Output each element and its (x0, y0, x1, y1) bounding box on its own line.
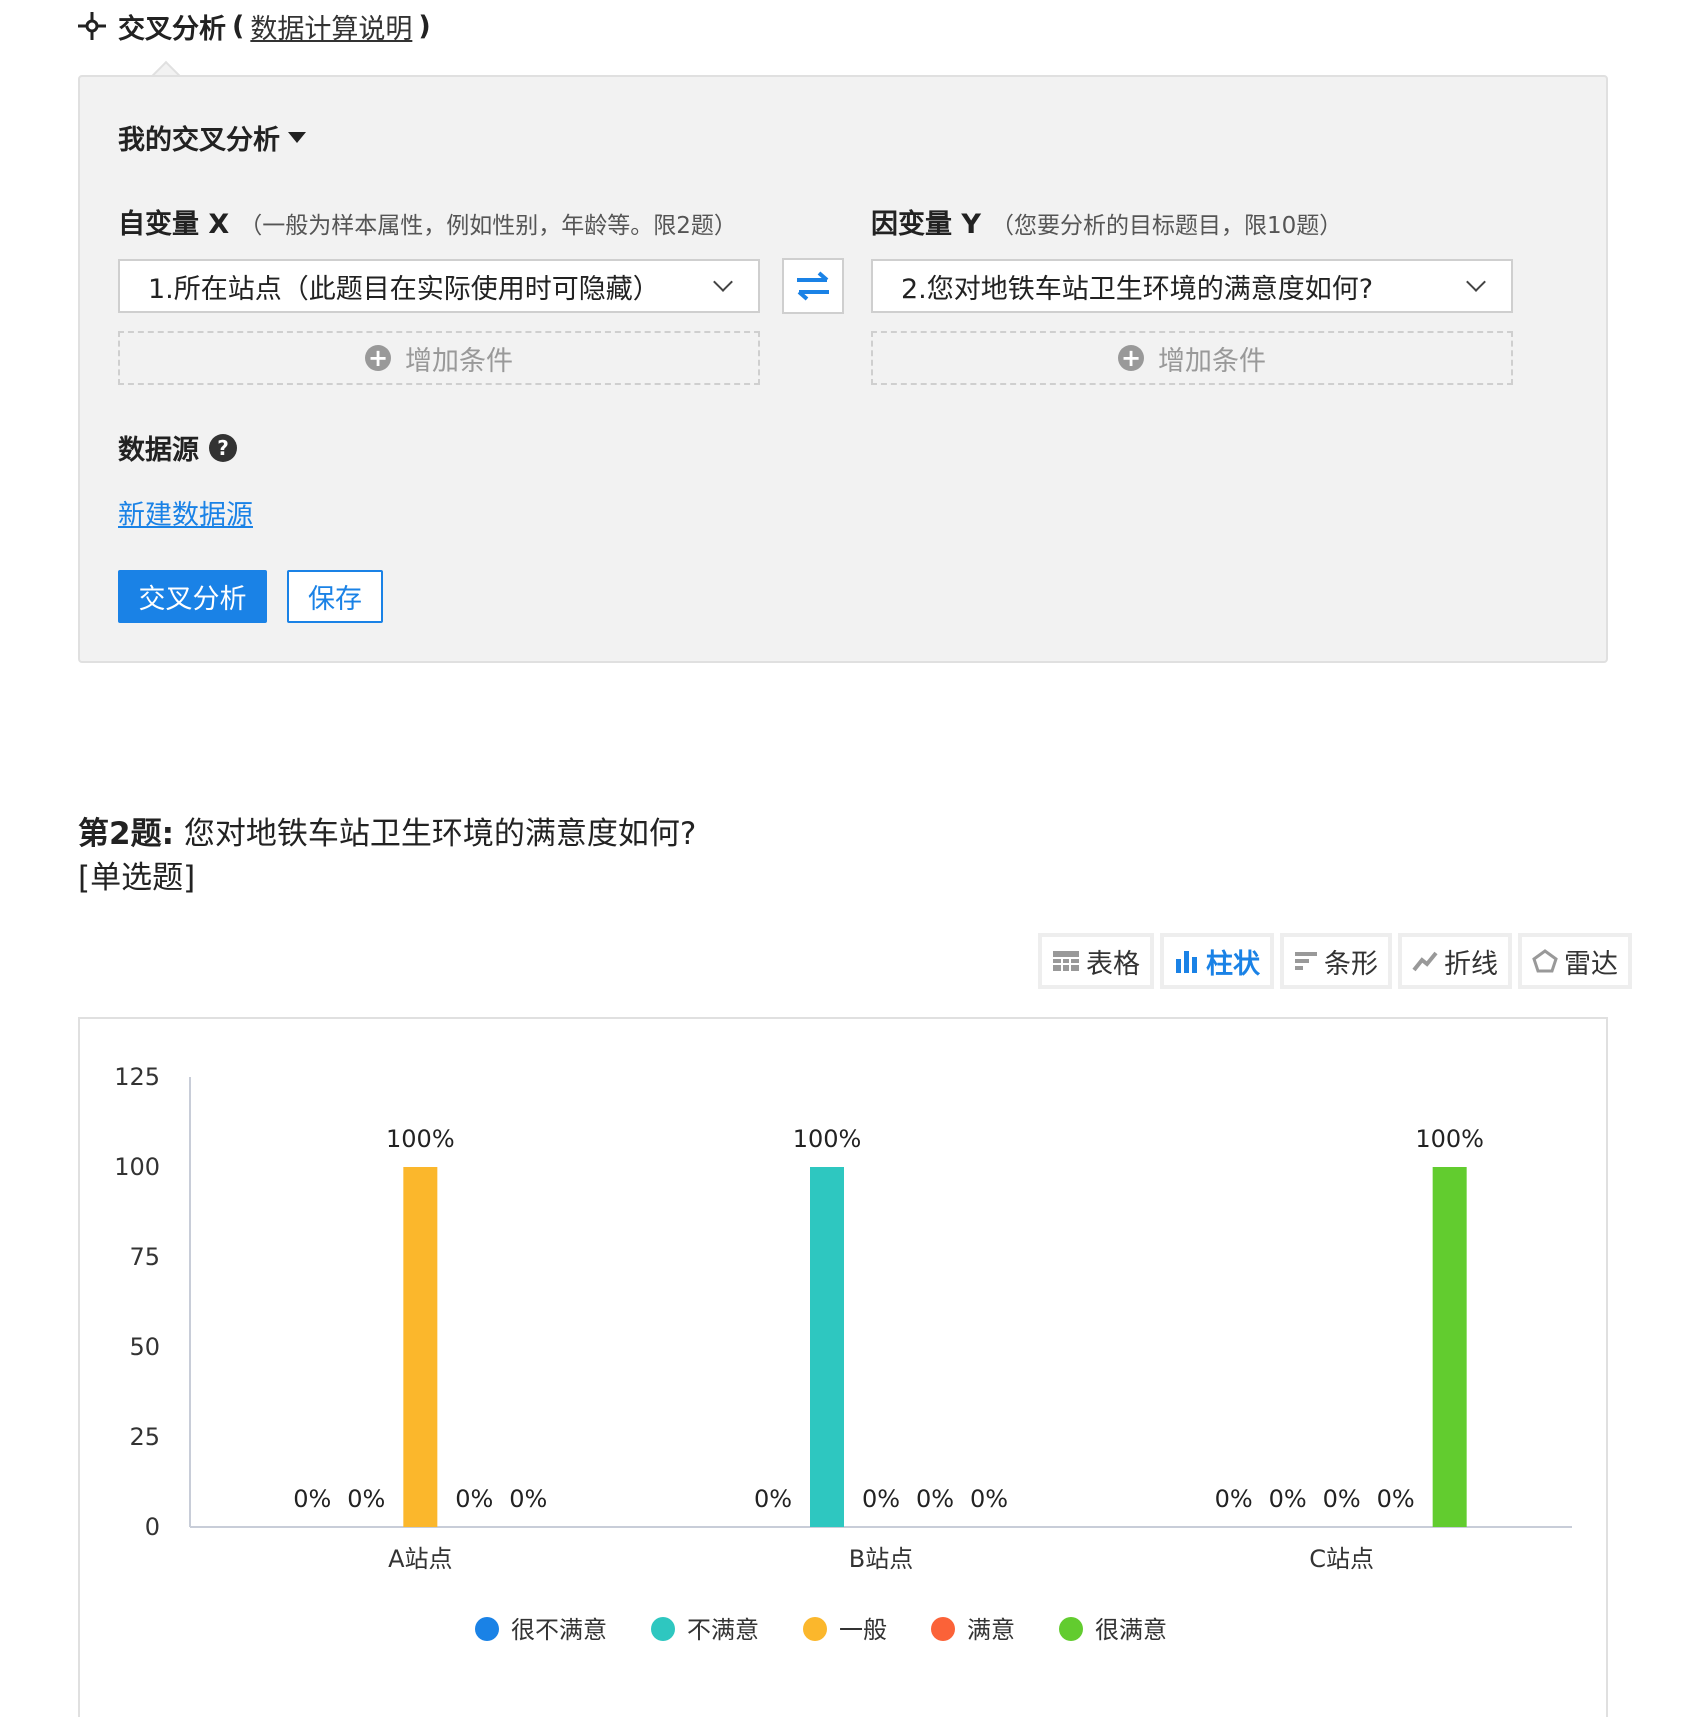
help-icon[interactable]: ? (209, 433, 237, 462)
x-variable-title: 自变量 X (118, 209, 230, 240)
x-variable-value: 1.所在站点（此题目在实际使用时可隐藏） (148, 273, 660, 305)
radar-icon (1532, 949, 1558, 973)
y-tick-label: 50 (129, 1333, 160, 1361)
legend-marker (475, 1617, 499, 1641)
x-add-condition-button[interactable]: + 增加条件 (118, 331, 760, 385)
x-variable-hint: （一般为样本属性，例如性别，年龄等。限2题） (239, 213, 737, 239)
data-label: 0% (754, 1485, 792, 1513)
bar-chart-icon (1174, 949, 1200, 973)
section-title: 交叉分析 (118, 13, 226, 45)
y-variable-label: 因变量 Y （您要分析的目标题目，限10题） (871, 202, 1342, 241)
y-add-condition-label: 增加条件 (1158, 345, 1266, 377)
horizontal-bar-icon (1294, 950, 1318, 972)
my-cross-analysis-dropdown[interactable]: 我的交叉分析 (118, 118, 306, 157)
caret-down-icon (288, 132, 306, 143)
bar (403, 1167, 438, 1527)
plus-circle-icon: + (365, 345, 391, 371)
y-add-condition-button[interactable]: + 增加条件 (871, 331, 1513, 385)
y-tick-label: 100 (114, 1153, 160, 1181)
y-variable-select[interactable]: 2.您对地铁车站卫生环境的满意度如何? (871, 259, 1513, 313)
question-number: 第2题: (78, 816, 174, 852)
sparkle-icon (78, 12, 106, 40)
data-label: 0% (1269, 1485, 1307, 1513)
bar (810, 1167, 844, 1527)
y-variable-value: 2.您对地铁车站卫生环境的满意度如何? (901, 273, 1374, 305)
chevron-down-icon (713, 272, 733, 292)
data-label: 0% (916, 1485, 954, 1513)
table-icon (1052, 950, 1080, 972)
swap-variables-button[interactable] (782, 258, 844, 314)
legend-label: 不满意 (687, 1616, 759, 1644)
new-datasource-link[interactable]: 新建数据源 (118, 493, 253, 532)
data-label: 0% (862, 1485, 900, 1513)
legend-marker (651, 1617, 675, 1641)
save-button[interactable]: 保存 (287, 570, 383, 623)
tab-horizontal-bar[interactable]: 条形 (1280, 933, 1392, 989)
my-cross-analysis-label: 我的交叉分析 (118, 125, 280, 156)
tab-line[interactable]: 折线 (1398, 933, 1512, 989)
section-header: 交叉分析 ( 数据计算说明 ) (76, 6, 437, 46)
legend-marker (803, 1617, 827, 1641)
tab-table-label: 表格 (1086, 948, 1140, 980)
x-tick-label: C站点 (1309, 1545, 1374, 1573)
plus-circle-icon: + (1118, 345, 1144, 371)
tab-radar[interactable]: 雷达 (1518, 933, 1632, 989)
x-add-condition-label: 增加条件 (405, 345, 513, 377)
line-chart-icon (1412, 950, 1438, 972)
legend-label: 很满意 (1095, 1616, 1167, 1644)
datasource-label: 数据源 ? (118, 428, 237, 467)
chart-container: 0 25 50 75 100 125 0% 0% 100% 0% 0% A站点 0% 100% 0% 0% 0%… (78, 1017, 1608, 1717)
data-label: 100% (386, 1125, 455, 1153)
data-label: 0% (970, 1485, 1008, 1513)
data-label: 0% (347, 1485, 385, 1513)
y-variable-hint: （您要分析的目标题目，限10题） (990, 213, 1343, 239)
bar-chart: 0 25 50 75 100 125 0% 0% 100% 0% 0% A站点 0% 100% 0% 0% 0%… (114, 1063, 1572, 1644)
data-label: 0% (1377, 1485, 1415, 1513)
calc-explanation-link[interactable]: 数据计算说明 (250, 7, 412, 46)
y-tick-label: 0 (145, 1513, 160, 1541)
legend-label: 满意 (967, 1616, 1015, 1644)
legend-label: 很不满意 (511, 1616, 607, 1644)
question-title: 第2题: 您对地铁车站卫生环境的满意度如何? (78, 808, 696, 853)
paren-open: ( (232, 10, 245, 42)
tab-bar[interactable]: 柱状 (1160, 933, 1274, 989)
x-variable-label: 自变量 X （一般为样本属性，例如性别，年龄等。限2题） (118, 202, 737, 241)
y-tick-label: 75 (129, 1243, 160, 1271)
tab-line-label: 折线 (1444, 948, 1498, 980)
tab-horizontal-bar-label: 条形 (1324, 948, 1378, 980)
bar (1432, 1167, 1467, 1527)
data-label: 0% (509, 1485, 547, 1513)
x-tick-label: A站点 (388, 1545, 452, 1573)
question-text: 您对地铁车站卫生环境的满意度如何? (183, 816, 697, 852)
y-tick-label: 25 (129, 1423, 160, 1451)
data-label: 0% (1215, 1485, 1253, 1513)
legend-label: 一般 (839, 1616, 887, 1644)
legend-marker (1059, 1617, 1083, 1641)
question-type: [单选题] (78, 860, 196, 896)
datasource-title: 数据源 (118, 435, 199, 466)
legend-marker (931, 1617, 955, 1641)
chart-type-toolbar: 表格 柱状 条形 折线 雷达 (1038, 933, 1638, 989)
swap-icon (797, 271, 829, 301)
tab-radar-label: 雷达 (1564, 948, 1618, 980)
data-label: 0% (1323, 1485, 1361, 1513)
x-variable-select[interactable]: 1.所在站点（此题目在实际使用时可隐藏） (118, 259, 760, 313)
data-label: 100% (793, 1125, 862, 1153)
paren-close: ) (418, 10, 431, 42)
tab-table[interactable]: 表格 (1038, 933, 1154, 989)
data-label: 0% (455, 1485, 493, 1513)
data-label: 100% (1415, 1125, 1484, 1153)
cross-analysis-button[interactable]: 交叉分析 (118, 570, 267, 623)
x-tick-label: B站点 (849, 1545, 913, 1573)
chevron-down-icon (1466, 272, 1486, 292)
tab-bar-label: 柱状 (1206, 948, 1260, 980)
data-label: 0% (293, 1485, 331, 1513)
y-tick-label: 125 (114, 1063, 160, 1091)
y-variable-title: 因变量 Y (871, 209, 981, 240)
